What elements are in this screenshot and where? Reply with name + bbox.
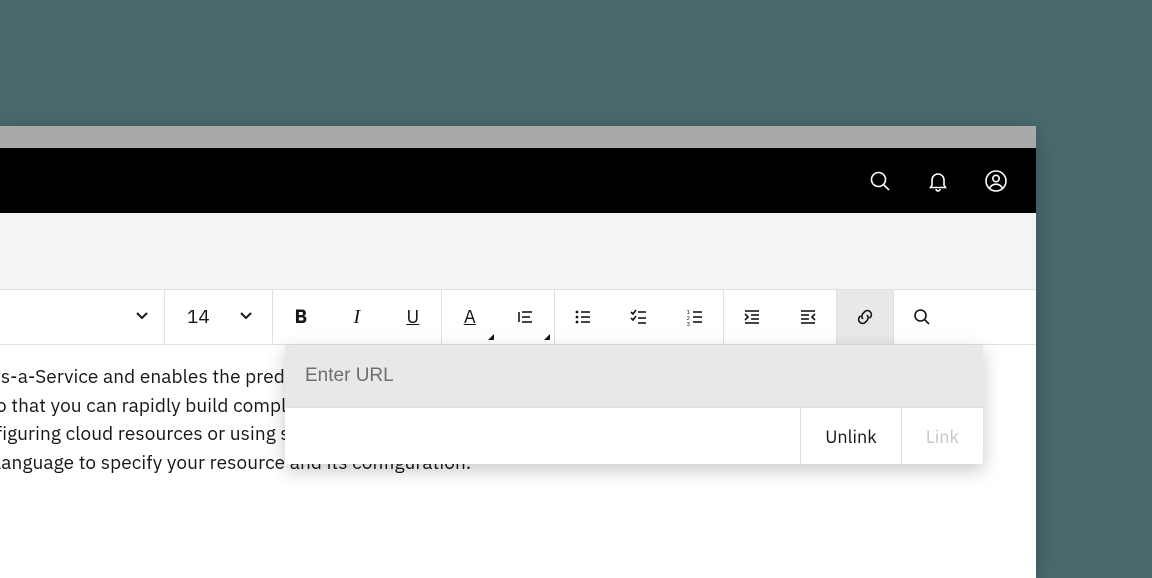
ribbon-spacer (0, 213, 1036, 289)
font-color-button[interactable]: A (442, 290, 498, 344)
link-url-input[interactable] (285, 345, 983, 407)
chevron-down-icon (134, 307, 150, 328)
numbered-list-button[interactable]: 123 (667, 290, 723, 344)
italic-button[interactable]: I (329, 290, 385, 344)
indent-button[interactable] (724, 290, 780, 344)
bell-icon[interactable] (926, 169, 950, 193)
bulleted-list-button[interactable] (555, 290, 611, 344)
font-size-dropdown[interactable]: 14 (165, 290, 273, 344)
paragraph-style-button[interactable] (498, 290, 554, 344)
svg-text:3: 3 (686, 320, 690, 327)
link-button[interactable] (837, 290, 893, 344)
window-titlebar (0, 126, 1036, 148)
user-icon[interactable] (984, 169, 1008, 193)
unlink-button[interactable]: Unlink (800, 408, 901, 464)
chevron-down-icon (238, 305, 254, 329)
link-popover: Unlink Link (285, 345, 983, 464)
checklist-button[interactable] (611, 290, 667, 344)
bold-button[interactable]: B (273, 290, 329, 344)
underline-button[interactable]: U (385, 290, 441, 344)
link-popover-actions: Unlink Link (285, 407, 983, 464)
editor-toolbar: 14 B I U A 123 (0, 289, 1036, 345)
search-icon[interactable] (868, 169, 892, 193)
font-family-dropdown[interactable] (0, 290, 165, 344)
outdent-button[interactable] (780, 290, 836, 344)
toolbar-search-button[interactable] (894, 290, 950, 344)
font-size-value: 14 (187, 305, 210, 329)
link-confirm-button[interactable]: Link (901, 408, 983, 464)
top-nav-bar (0, 148, 1036, 213)
